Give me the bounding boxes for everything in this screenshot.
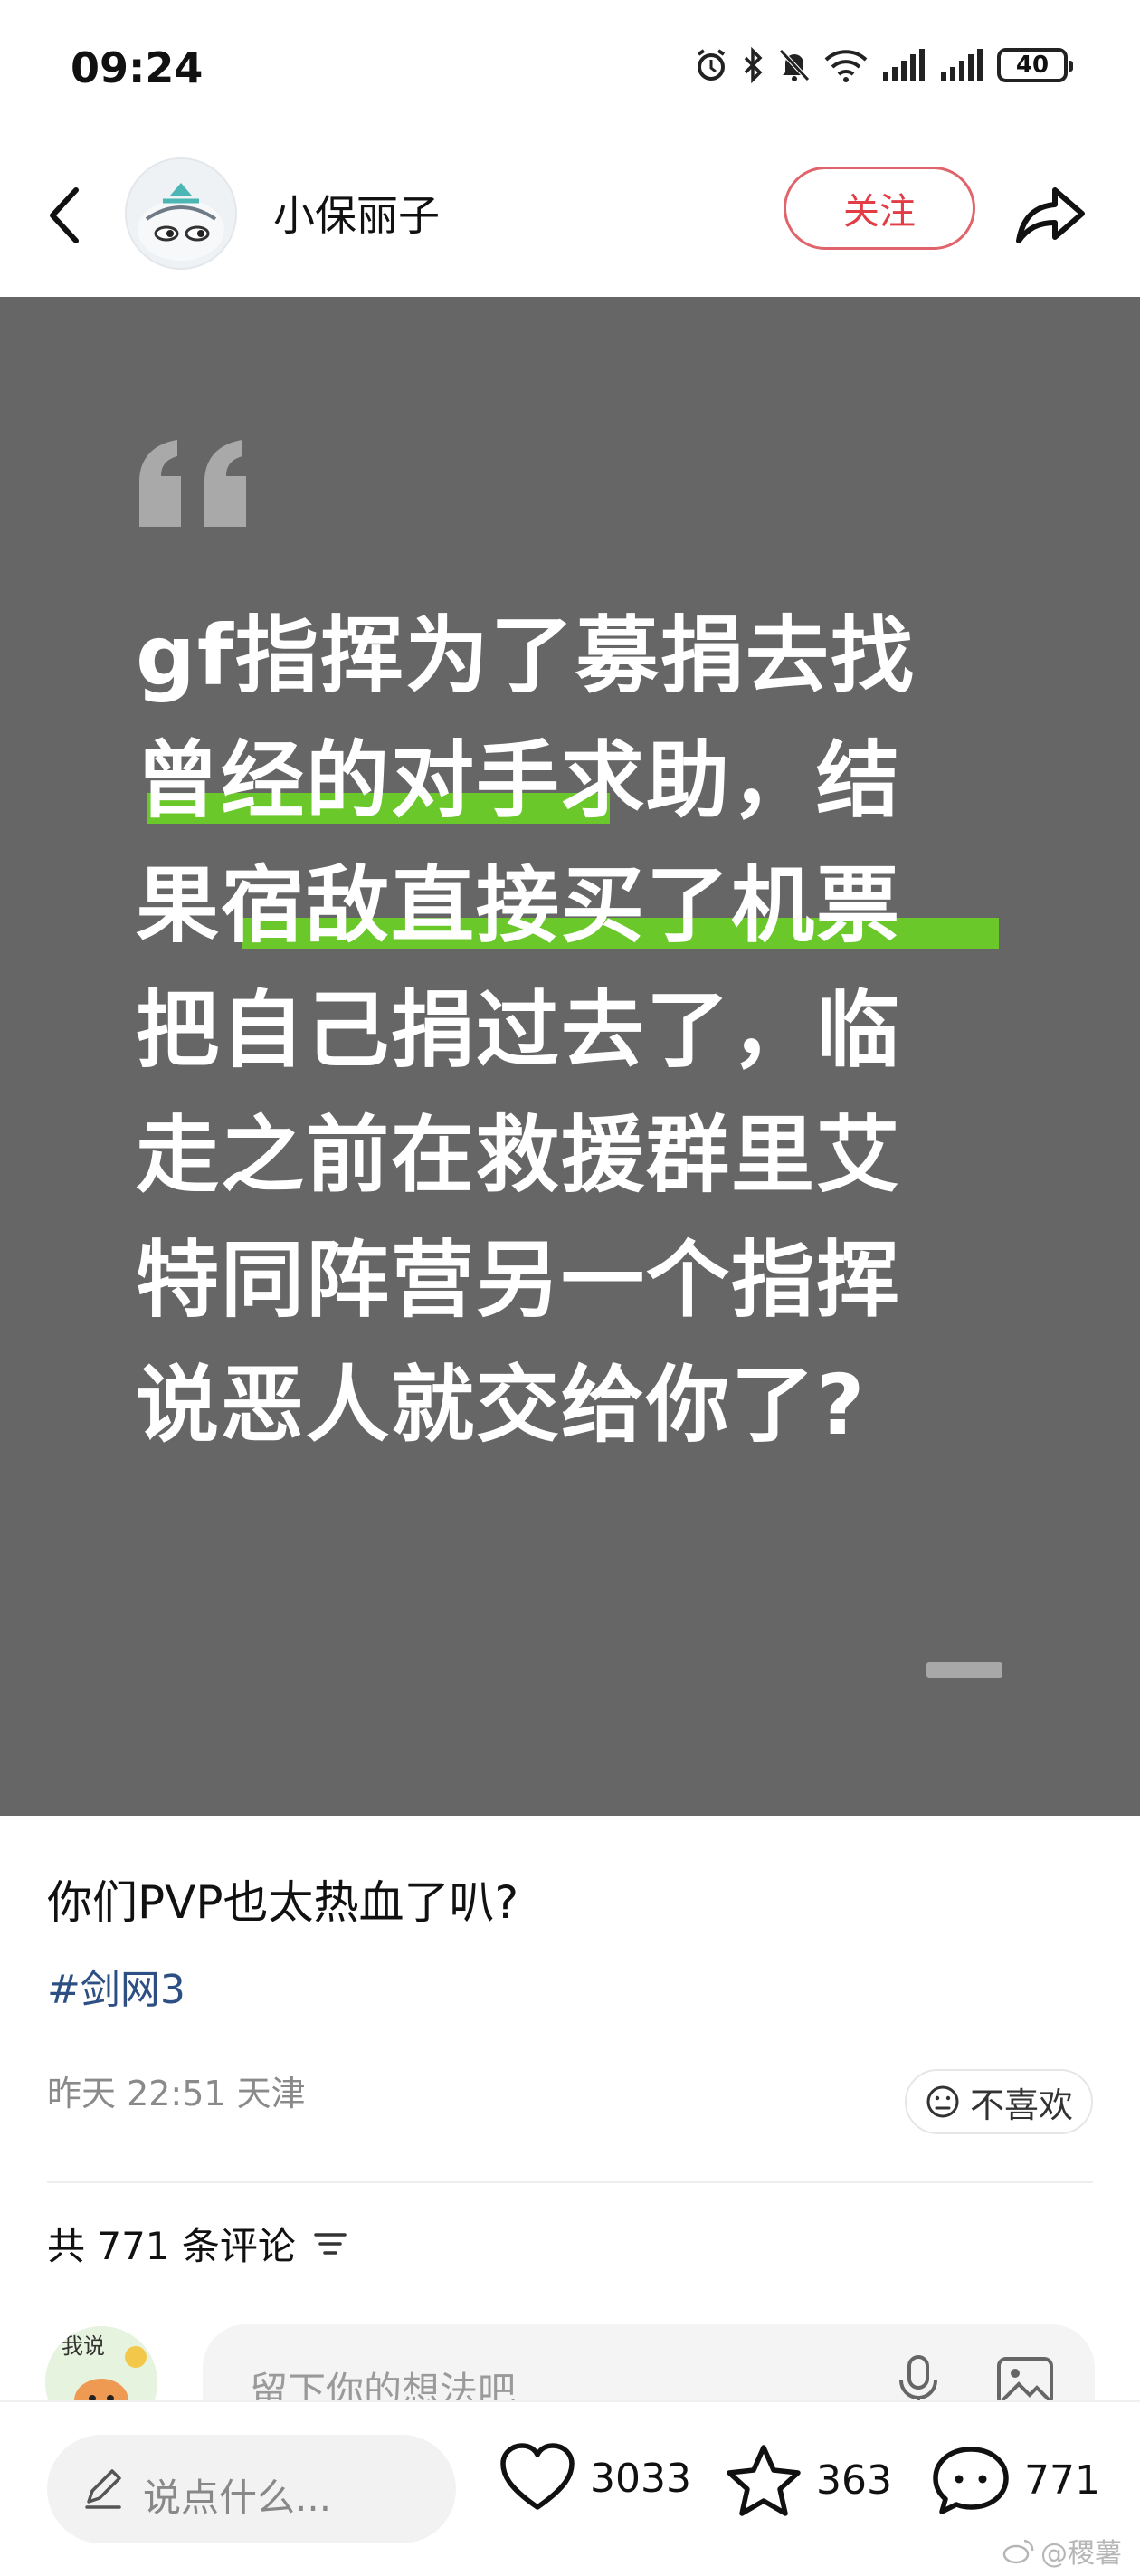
watermark: @稷薯	[1002, 2531, 1122, 2571]
favorite-button[interactable]: 363	[724, 2442, 892, 2518]
back-button[interactable]	[38, 179, 92, 252]
quote-line: 把自己捐过去了，临	[136, 982, 902, 1079]
alarm-icon	[697, 49, 726, 81]
pencil-icon	[85, 2469, 121, 2509]
say-something-input[interactable]: 说点什么...	[47, 2435, 456, 2543]
comments-header[interactable]: 共 771 条评论	[47, 2216, 348, 2271]
topic-tag-link[interactable]: #剑网3	[47, 1957, 185, 2015]
quote-line: gf指挥为了募捐去找	[136, 607, 916, 704]
dislike-button[interactable]: 不喜欢	[905, 2069, 1093, 2134]
share-button[interactable]	[1012, 179, 1091, 252]
comment-button[interactable]: 771	[930, 2442, 1100, 2518]
dash-mark	[926, 1662, 1002, 1678]
signal-icon	[883, 49, 925, 81]
say-something-placeholder: 说点什么...	[143, 2476, 332, 2520]
divider	[47, 2181, 1093, 2183]
post-title: 你们PVP也太热血了叭?	[47, 1876, 519, 1929]
like-button[interactable]: 3033	[498, 2442, 691, 2514]
follow-button[interactable]: 关注	[784, 167, 975, 250]
chat-bubble-icon	[933, 2447, 1009, 2514]
bluetooth-icon	[744, 47, 763, 83]
back-arrow-icon	[50, 187, 79, 243]
like-count: 3033	[590, 2455, 691, 2502]
svg-text:我说: 我说	[62, 2333, 105, 2359]
mute-icon	[779, 49, 810, 81]
heart-icon	[500, 2443, 575, 2510]
signal-icon	[941, 49, 983, 81]
quote-line: 走之前在救援群里艾	[136, 1107, 902, 1204]
status-bar: 09:24 40	[0, 0, 1140, 145]
comment-count: 771	[1024, 2457, 1100, 2504]
quote-line: 说恶人就交给你了?	[136, 1357, 867, 1454]
quote-card-image: gf指挥为了募捐去找 曾经的对手求助，结 果宿敌直接买了机票 把自己捐过去了，临…	[0, 297, 1140, 1816]
quote-line: 曾经的对手求助，结	[136, 732, 902, 829]
author-avatar[interactable]	[125, 157, 237, 270]
quote-text: gf指挥为了募捐去找 曾经的对手求助，结 果宿敌直接买了机票 把自己捐过去了，临…	[136, 594, 1022, 1468]
watermark-text: @稷薯	[1040, 2538, 1122, 2570]
comments-count-label: 共 771 条评论	[47, 2224, 296, 2268]
frown-face-icon	[926, 2085, 959, 2118]
star-icon	[727, 2445, 801, 2516]
post-meta: 昨天 22:51 天津	[47, 2074, 306, 2113]
sort-icon[interactable]	[312, 2228, 348, 2260]
status-icons: 40	[693, 47, 1073, 83]
battery-indicator: 40	[997, 48, 1073, 82]
share-icon	[1016, 187, 1085, 243]
author-name[interactable]: 小保丽子	[273, 183, 440, 243]
weibo-logo-icon	[1002, 2539, 1034, 2564]
dislike-label: 不喜欢	[969, 2085, 1073, 2125]
favorite-count: 363	[816, 2457, 892, 2504]
post-header: 小保丽子 关注	[0, 145, 1140, 297]
quote-line: 特同阵营另一个指挥	[136, 1232, 902, 1329]
wifi-icon	[824, 50, 868, 82]
quote-mark-icon	[139, 440, 246, 527]
avatar-illustration	[127, 159, 235, 268]
quote-line: 果宿敌直接买了机票	[136, 857, 902, 954]
status-time: 09:24	[71, 43, 204, 92]
bottom-action-bar: 说点什么... 3033 363 771 @稷薯	[0, 2400, 1140, 2576]
